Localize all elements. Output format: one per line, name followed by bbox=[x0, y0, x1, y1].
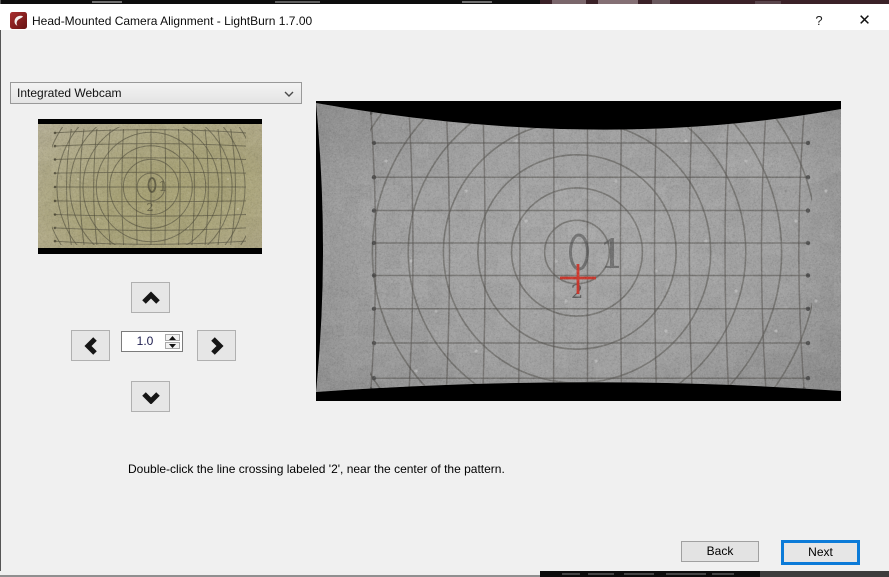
background-dash bbox=[562, 573, 580, 575]
chevron-right-icon bbox=[210, 335, 224, 357]
camera-noise-overlay bbox=[316, 101, 841, 401]
help-button[interactable]: ? bbox=[806, 8, 832, 34]
next-button[interactable]: Next bbox=[781, 540, 860, 565]
background-strip-bottom-mid bbox=[540, 571, 760, 577]
background-dash bbox=[712, 573, 734, 575]
nudge-down-button[interactable] bbox=[131, 381, 170, 412]
step-size-value: 1.0 bbox=[122, 332, 168, 351]
window-title: Head-Mounted Camera Alignment - LightBur… bbox=[32, 8, 312, 34]
triangle-up-icon bbox=[169, 336, 176, 340]
background-dash bbox=[462, 1, 492, 3]
background-dash bbox=[275, 1, 320, 3]
chevron-down-icon bbox=[284, 91, 294, 97]
chevron-down-icon bbox=[140, 390, 162, 404]
camera-select-value: Integrated Webcam bbox=[17, 83, 122, 103]
camera-noise-overlay bbox=[38, 119, 262, 254]
background-dash bbox=[666, 573, 706, 575]
background-dash bbox=[588, 573, 614, 575]
background-dash bbox=[624, 573, 654, 575]
chevron-left-icon bbox=[84, 335, 98, 357]
chevron-up-icon bbox=[140, 291, 162, 305]
close-button[interactable]: ✕ bbox=[851, 8, 878, 34]
camera-view-undistorted[interactable]: 12 bbox=[316, 101, 841, 401]
titlebar: Head-Mounted Camera Alignment - LightBur… bbox=[0, 4, 889, 30]
window-left-border bbox=[0, 0, 1, 577]
back-button[interactable]: Back bbox=[681, 541, 759, 562]
camera-select-dropdown[interactable]: Integrated Webcam bbox=[10, 82, 302, 104]
instruction-text: Double-click the line crossing labeled '… bbox=[128, 462, 505, 476]
nudge-right-button[interactable] bbox=[197, 330, 236, 361]
camera-preview-raw: 12 bbox=[38, 119, 262, 254]
nudge-up-button[interactable] bbox=[131, 282, 170, 313]
step-size-spinbox[interactable]: 1.0 bbox=[121, 331, 183, 352]
spin-up-button[interactable] bbox=[165, 334, 180, 341]
nudge-left-button[interactable] bbox=[71, 330, 110, 361]
background-dash bbox=[92, 1, 122, 3]
spin-buttons bbox=[165, 334, 180, 349]
spin-down-button[interactable] bbox=[165, 342, 180, 349]
triangle-down-icon bbox=[169, 344, 176, 348]
lightburn-logo-icon bbox=[10, 12, 27, 29]
background-strip-bottom-right bbox=[760, 571, 889, 577]
